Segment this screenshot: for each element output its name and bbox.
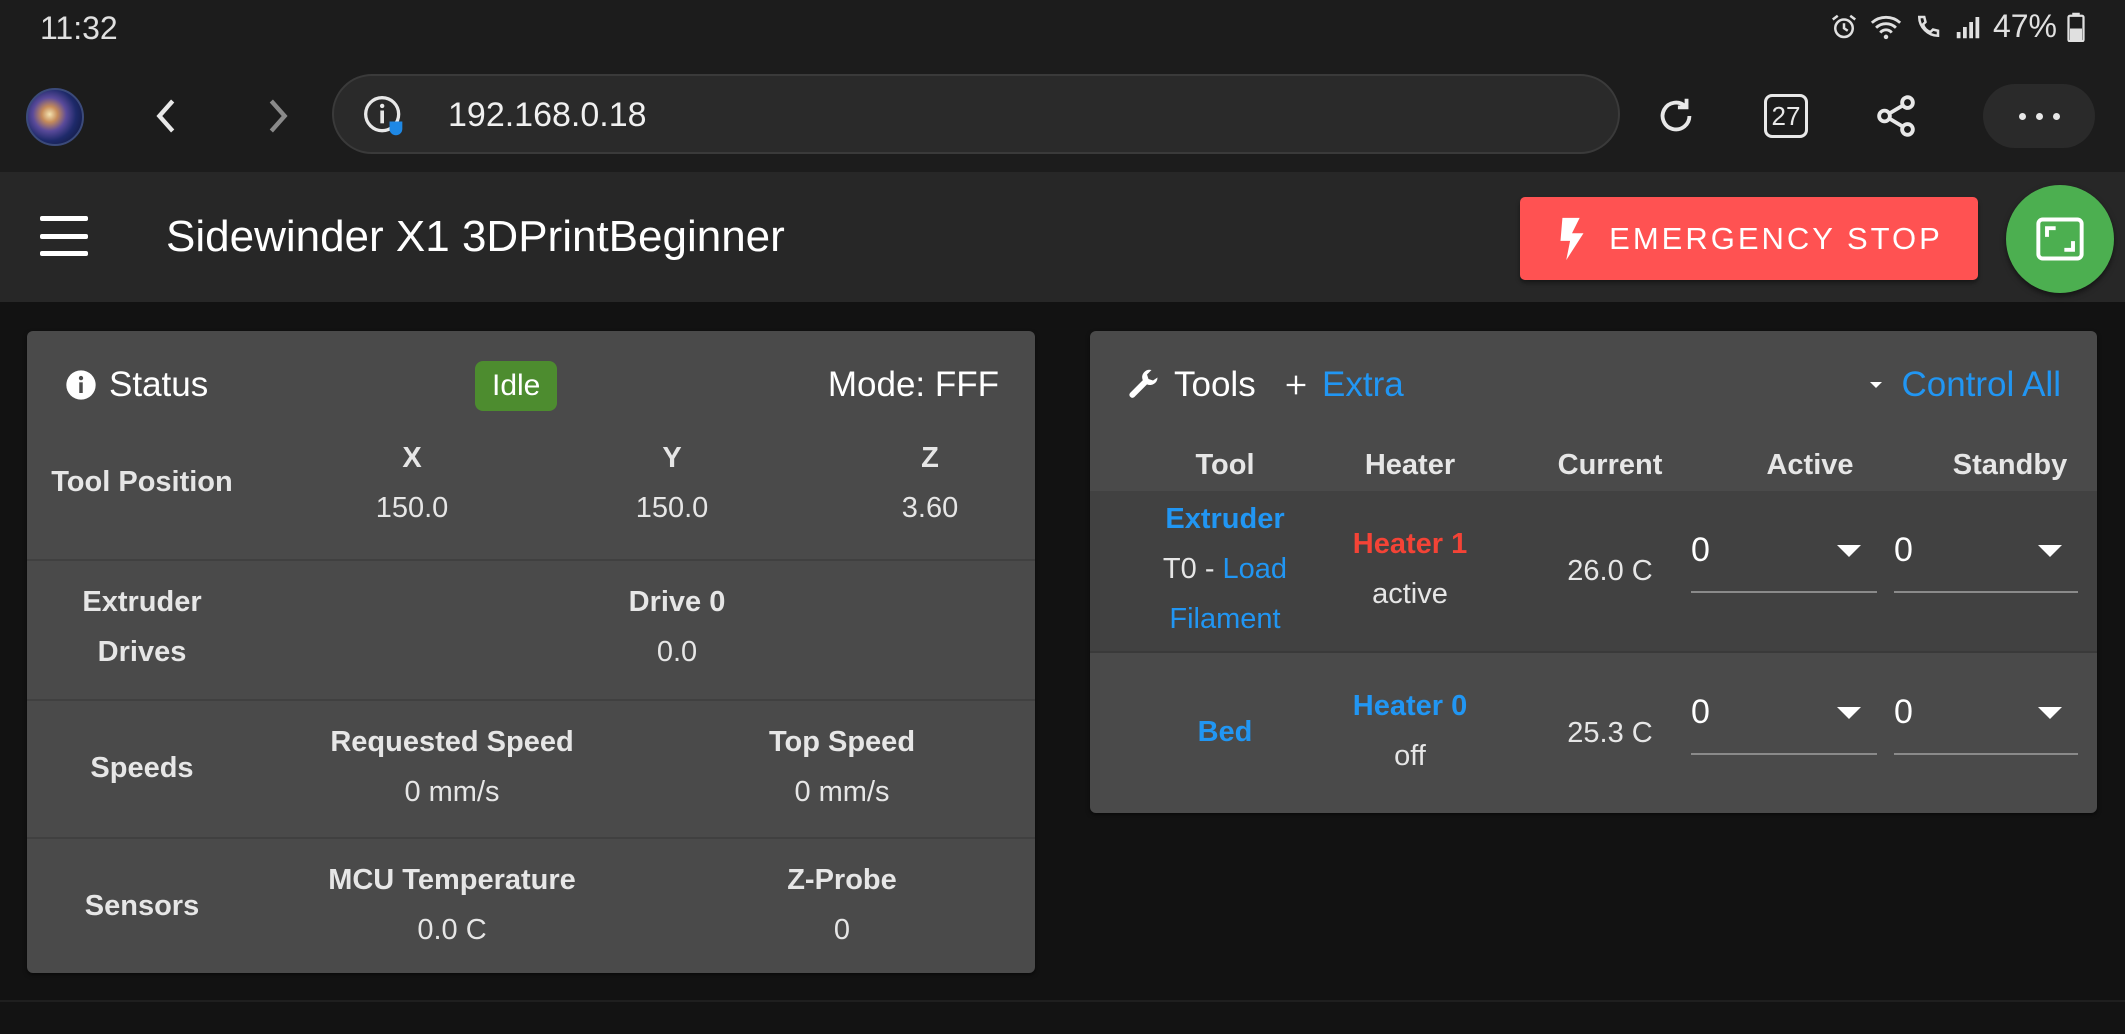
col-standby: Standby	[1952, 449, 2068, 481]
sensors-label: Sensors	[84, 890, 200, 922]
tool-row-extruder: Extruder T0 - Load Filament Heater 1 act…	[1090, 491, 2097, 651]
tool-position-label: Tool Position	[51, 466, 233, 498]
extruder-drives-label: Extruder Drives	[82, 586, 202, 668]
tools-title: Tools	[1126, 365, 1256, 405]
info-icon	[66, 370, 96, 400]
sensors-row: Sensors MCU Temperature 0.0 C Z-Probe 0	[27, 837, 1035, 973]
reload-icon	[1660, 98, 1692, 132]
battery-percent: 47%	[1992, 8, 2057, 44]
tool-name-link[interactable]: Extruder	[1115, 494, 1335, 544]
chevron-right-icon	[269, 99, 288, 133]
standby-temp-select[interactable]: 0	[1894, 511, 2078, 593]
tool-number: T0 -	[1162, 553, 1223, 585]
load-filament-link[interactable]: Load	[1223, 553, 1288, 585]
machine-name: Sidewinder X1 3DPrintBeginner	[166, 212, 785, 261]
fullscreen-button[interactable]	[2006, 185, 2114, 293]
plus-icon	[1286, 375, 1306, 395]
mcu-temperature: MCU Temperature 0.0 C	[328, 864, 576, 946]
tabs-button[interactable]: 27	[1756, 86, 1816, 146]
reload-button[interactable]	[1646, 86, 1706, 146]
drive-0: Drive 0 0.0	[628, 586, 726, 668]
profile-avatar[interactable]	[26, 88, 84, 146]
tool-cell: Extruder T0 - Load Filament	[1115, 494, 1335, 644]
system-status-bar: 11:32 47%	[0, 0, 2125, 56]
url-text[interactable]: 192.168.0.18	[448, 96, 647, 135]
emergency-stop-button[interactable]: EMERGENCY STOP	[1520, 197, 1978, 280]
tools-panel: Tools Extra Control All Tool Heater Curr…	[1090, 331, 2097, 813]
tools-header: Tools Extra Control All	[1090, 331, 2097, 433]
status-badge: Idle	[475, 361, 558, 411]
alarm-icon	[1829, 12, 1859, 42]
heater-link[interactable]: Heater 1	[1305, 519, 1515, 569]
heater-cell: Heater 1 active	[1305, 519, 1515, 619]
bed-name-link[interactable]: Bed	[1115, 707, 1335, 757]
heater-link[interactable]: Heater 0	[1305, 681, 1515, 731]
dropdown-arrow-icon	[1837, 545, 1861, 557]
fullscreen-icon	[2036, 217, 2084, 261]
col-current: Current	[1557, 449, 1663, 481]
heater-cell: Heater 0 off	[1305, 681, 1515, 781]
axis-x: X 150.0	[375, 442, 449, 524]
active-temp-select[interactable]: 0	[1691, 511, 1877, 593]
emergency-stop-label: EMERGENCY STOP	[1609, 220, 1943, 256]
system-indicators: 47%	[1829, 8, 2085, 45]
heater-state: off	[1394, 740, 1426, 772]
status-panel: Status Idle Mode: FFF Tool Position X 15…	[27, 331, 1035, 973]
current-temp: 26.0 C	[1567, 555, 1653, 587]
active-temp-select[interactable]: 0	[1691, 673, 1877, 755]
chevron-left-icon	[156, 99, 175, 133]
more-menu-button[interactable]	[1983, 84, 2095, 148]
control-all-label: Control All	[1901, 365, 2061, 404]
status-title-text: Status	[109, 365, 209, 404]
tab-count: 27	[1764, 94, 1808, 138]
next-panel-edge	[0, 1000, 2125, 1034]
caret-down-icon	[1870, 382, 1883, 388]
extra-menu-button[interactable]: Extra	[1282, 365, 1404, 405]
col-tool: Tool	[1195, 449, 1255, 481]
address-bar[interactable]: 192.168.0.18	[332, 74, 1620, 154]
axis-y: Y 150.0	[635, 442, 709, 524]
control-all-button[interactable]: Control All	[1867, 365, 2061, 405]
top-speed: Top Speed 0 mm/s	[768, 726, 916, 808]
status-header: Status Idle Mode: FFF	[27, 331, 1035, 433]
current-temp: 25.3 C	[1567, 717, 1653, 749]
dropdown-arrow-icon	[2038, 707, 2062, 719]
menu-icon[interactable]	[40, 216, 88, 256]
extruder-drives-row: Extruder Drives Drive 0 0.0	[27, 559, 1035, 699]
wrench-icon	[1129, 369, 1158, 398]
flash-icon	[1560, 217, 1584, 260]
wifi-icon	[1869, 12, 1903, 42]
forward-button[interactable]	[248, 86, 308, 146]
tool-row-bed: Bed Heater 0 off 25.3 C 0 0	[1090, 651, 2097, 811]
dropdown-arrow-icon	[2038, 545, 2062, 557]
share-icon	[1877, 95, 1915, 137]
standby-temp-select[interactable]: 0	[1894, 673, 2078, 755]
mode-label: Mode: FFF	[827, 365, 999, 404]
axis-z: Z 3.60	[901, 442, 959, 524]
tools-title-text: Tools	[1174, 365, 1256, 404]
back-button[interactable]	[136, 86, 196, 146]
browser-toolbar: 192.168.0.18 27	[0, 56, 2125, 172]
wifi-calling-icon	[1913, 12, 1943, 42]
requested-speed: Requested Speed 0 mm/s	[330, 726, 574, 808]
speeds-label: Speeds	[90, 752, 194, 784]
signal-icon	[1953, 12, 1983, 42]
battery-icon	[2067, 12, 2085, 42]
app-bar: Sidewinder X1 3DPrintBeginner EMERGENCY …	[0, 172, 2125, 302]
heater-state: active	[1372, 578, 1448, 610]
z-probe: Z-Probe 0	[787, 864, 897, 946]
share-button[interactable]	[1866, 86, 1926, 146]
col-active: Active	[1766, 449, 1854, 481]
speeds-row: Speeds Requested Speed 0 mm/s Top Speed …	[27, 699, 1035, 837]
clock: 11:32	[40, 10, 118, 46]
more-dots-icon	[2018, 112, 2026, 120]
status-title: Status	[65, 365, 208, 405]
tool-position-row: Tool Position X 150.0 Y 150.0 Z 3.60	[27, 433, 1035, 561]
site-info-icon[interactable]	[362, 94, 406, 138]
col-heater: Heater	[1364, 449, 1456, 481]
load-filament-link-line2[interactable]: Filament	[1115, 594, 1335, 644]
dropdown-arrow-icon	[1837, 707, 1861, 719]
extra-label: Extra	[1322, 365, 1404, 404]
